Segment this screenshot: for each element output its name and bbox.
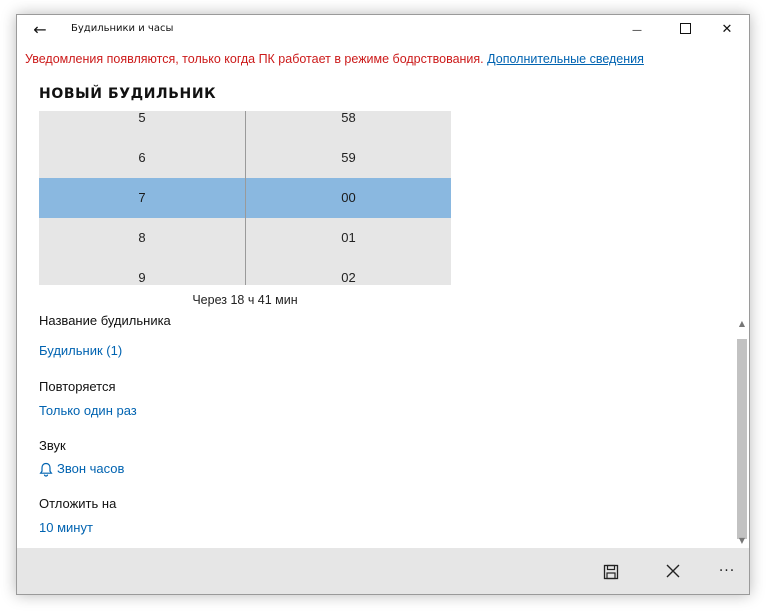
app-window: ← Будильники и часы — ✕ Уведомления появ… xyxy=(16,14,750,595)
scroll-down-button[interactable]: ▼ xyxy=(736,535,748,547)
back-button[interactable]: ← xyxy=(25,19,55,41)
settings-scrollbar[interactable]: ▲ ▼ xyxy=(736,317,748,547)
command-bar: ··· xyxy=(17,548,749,594)
alarm-name-label: Название будильника xyxy=(39,315,171,328)
repeat-value[interactable]: Только один раз xyxy=(39,403,137,418)
minimize-icon: — xyxy=(632,25,642,36)
snooze-value[interactable]: 10 минут xyxy=(39,520,93,535)
time-picker[interactable]: 5 6 7 8 9 58 59 00 01 02 xyxy=(39,111,451,285)
maximize-button[interactable] xyxy=(663,15,707,45)
sound-value-text: Звон часов xyxy=(57,461,125,476)
snooze-label: Отложить на xyxy=(39,496,117,511)
hour-item-selected[interactable]: 7 xyxy=(39,178,245,218)
page-title: НОВЫЙ БУДИЛЬНИК xyxy=(39,86,217,102)
more-dots-icon: ··· xyxy=(718,563,736,579)
minimize-button[interactable]: — xyxy=(615,15,659,45)
repeat-label: Повторяется xyxy=(39,379,116,394)
minute-item[interactable]: 01 xyxy=(246,218,451,258)
minutes-column[interactable]: 58 59 00 01 02 xyxy=(246,111,451,285)
window-title: Будильники и часы xyxy=(71,23,174,34)
back-arrow-icon: ← xyxy=(33,20,47,39)
cancel-button[interactable] xyxy=(655,556,691,586)
scroll-up-button[interactable]: ▲ xyxy=(736,317,748,331)
sound-label: Звук xyxy=(39,438,66,453)
hour-item[interactable]: 5 xyxy=(39,111,245,138)
hour-item[interactable]: 9 xyxy=(39,258,245,285)
alarm-settings: Название будильника Будильник (1) Повтор… xyxy=(17,315,749,548)
minute-item[interactable]: 59 xyxy=(246,138,451,178)
close-window-icon: ✕ xyxy=(721,22,733,37)
bell-icon xyxy=(39,462,53,477)
alarm-name-value[interactable]: Будильник (1) xyxy=(39,343,122,358)
more-info-link[interactable]: Дополнительные сведения xyxy=(487,52,644,66)
title-bar: ← Будильники и часы — ✕ xyxy=(17,15,749,45)
maximize-icon xyxy=(679,23,691,34)
close-icon xyxy=(666,564,680,578)
notification-text: Уведомления появляются, только когда ПК … xyxy=(25,52,484,66)
more-options-button[interactable]: ··· xyxy=(709,556,745,586)
notification-warning: Уведомления появляются, только когда ПК … xyxy=(25,52,644,66)
hours-column[interactable]: 5 6 7 8 9 xyxy=(39,111,245,285)
hour-item[interactable]: 6 xyxy=(39,138,245,178)
hour-item[interactable]: 8 xyxy=(39,218,245,258)
minute-item-selected[interactable]: 00 xyxy=(246,178,451,218)
save-icon xyxy=(603,564,619,579)
scroll-thumb[interactable] xyxy=(737,339,747,539)
close-window-button[interactable]: ✕ xyxy=(705,15,749,45)
save-button[interactable] xyxy=(593,556,629,586)
alarm-countdown: Через 18 ч 41 мин xyxy=(192,293,298,307)
minute-item[interactable]: 02 xyxy=(246,258,451,285)
minute-item[interactable]: 58 xyxy=(246,111,451,138)
sound-value[interactable]: Звон часов xyxy=(39,461,124,477)
